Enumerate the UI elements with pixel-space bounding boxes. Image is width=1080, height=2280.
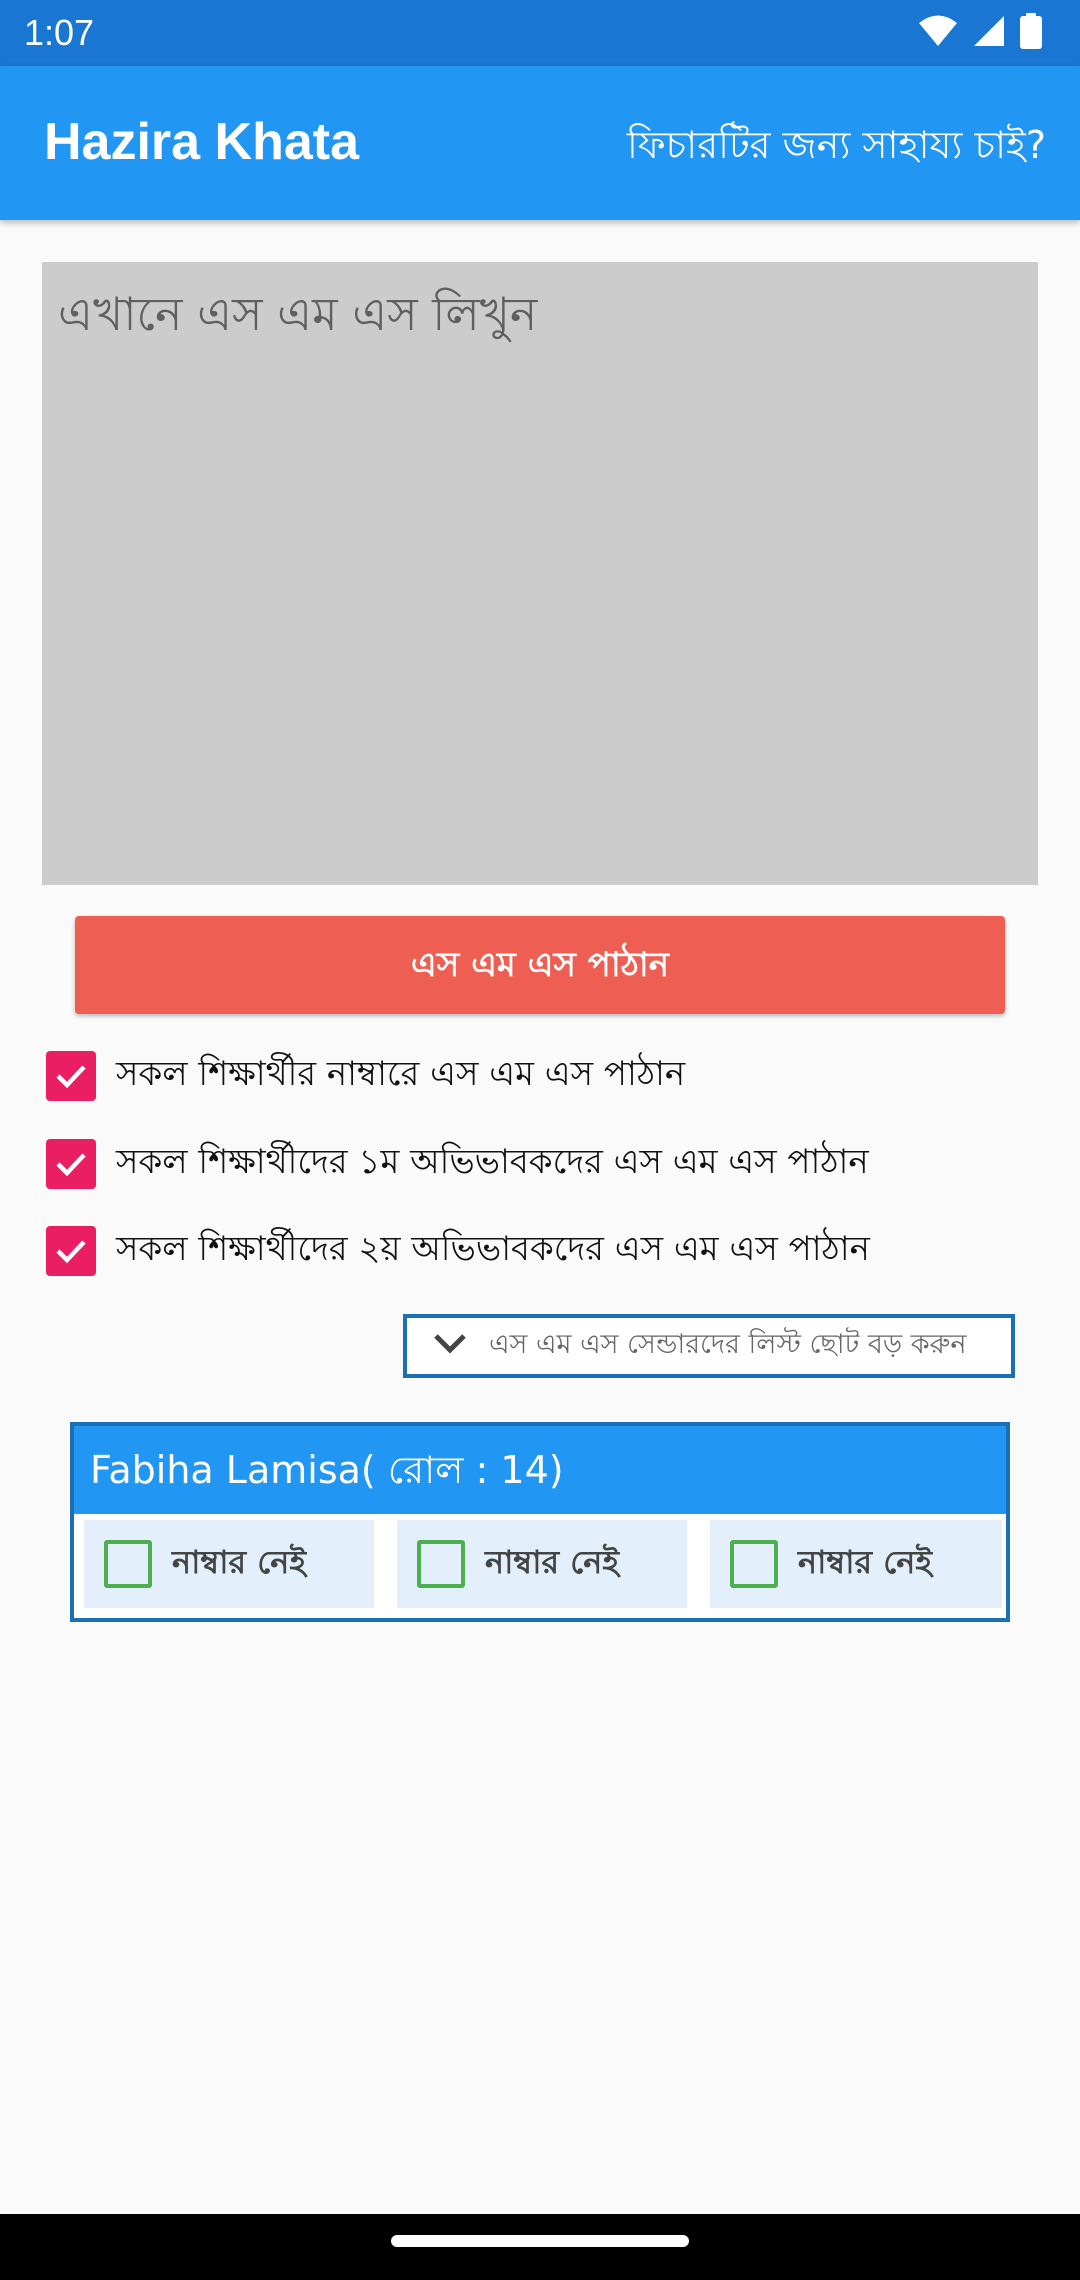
send-sms-button[interactable]: এস এম এস পাঠান [75,916,1005,1014]
toggle-sender-list-label: এস এম এস সেন্ডারদের লিস্ট ছোট বড় করুন [489,1328,967,1360]
help-link[interactable]: ফিচারটির জন্য সাহায্য চাই? [627,116,1046,180]
wifi-icon [918,14,958,52]
app-title: Hazira Khata [44,113,359,171]
number-label: নাম্বার নেই [798,1543,932,1581]
option-label: সকল শিক্ষার্থীর নাম্বারে এস এম এস পাঠান [116,1053,686,1094]
option-first-guardians[interactable]: সকল শিক্ষার্থীদের ১ম অভিভাবকদের এস এম এস… [46,1136,869,1192]
checkbox-checked-icon[interactable] [46,1139,96,1189]
student-number-list: নাম্বার নেই নাম্বার নেই নাম্বার নেই [74,1520,1006,1612]
option-label: সকল শিক্ষার্থীদের ১ম অভিভাবকদের এস এম এস… [116,1141,869,1182]
checkbox-unchecked-icon[interactable] [730,1540,778,1588]
battery-icon [1020,13,1042,53]
status-time: 1:07 [24,12,95,53]
number-option[interactable]: নাম্বার নেই [84,1520,374,1608]
checkbox-checked-icon[interactable] [46,1226,96,1276]
number-option[interactable]: নাম্বার নেই [397,1520,687,1608]
status-bar: 1:07 [0,0,1080,66]
status-icons [918,13,1042,53]
number-label: নাম্বার নেই [485,1543,619,1581]
checkbox-checked-icon[interactable] [46,1051,96,1101]
sms-message-input[interactable] [42,262,1038,885]
home-gesture-handle[interactable] [391,2235,689,2247]
option-second-guardians[interactable]: সকল শিক্ষার্থীদের ২য় অভিভাবকদের এস এম এ… [46,1223,870,1279]
signal-icon [972,14,1006,52]
chevron-down-icon [433,1332,467,1360]
app-bar: Hazira Khata ফিচারটির জন্য সাহায্য চাই? [0,66,1080,220]
student-card: Fabiha Lamisa( রোল : 14) নাম্বার নেই নাম… [70,1422,1010,1622]
student-name: Fabiha Lamisa( রোল : 14) [74,1426,1006,1514]
option-all-students[interactable]: সকল শিক্ষার্থীর নাম্বারে এস এম এস পাঠান [46,1048,685,1104]
checkbox-unchecked-icon[interactable] [104,1540,152,1588]
toggle-sender-list-button[interactable]: এস এম এস সেন্ডারদের লিস্ট ছোট বড় করুন [403,1314,1015,1378]
number-option[interactable]: নাম্বার নেই [710,1520,1002,1608]
option-label: সকল শিক্ষার্থীদের ২য় অভিভাবকদের এস এম এ… [116,1228,870,1269]
system-navigation-bar [0,2214,1080,2280]
number-label: নাম্বার নেই [172,1543,306,1581]
checkbox-unchecked-icon[interactable] [417,1540,465,1588]
